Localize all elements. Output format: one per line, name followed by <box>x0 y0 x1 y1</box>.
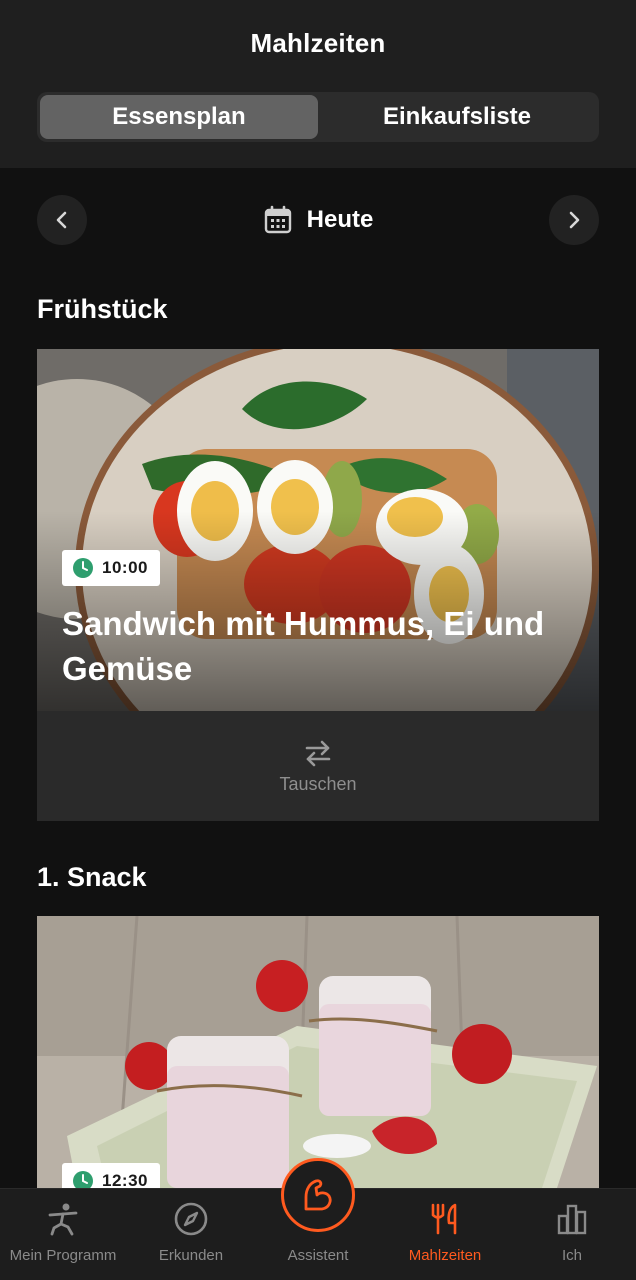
tab-mahlzeiten[interactable]: Mahlzeiten <box>382 1189 508 1280</box>
previous-day-button[interactable] <box>37 195 87 245</box>
tab-label: Mahlzeiten <box>408 1247 482 1264</box>
tab-mein-programm[interactable]: Mein Programm <box>0 1189 126 1280</box>
flexed-arm-icon <box>304 1179 332 1211</box>
top-header: Mahlzeiten Essensplan Einkaufsliste <box>0 0 636 168</box>
time-badge: 10:00 <box>62 550 160 586</box>
page-title: Mahlzeiten <box>250 28 386 58</box>
section-title-fruehstueck: Frühstück <box>37 294 168 324</box>
exercise-figure-icon <box>45 1201 81 1237</box>
tab-erkunden[interactable]: Erkunden <box>128 1189 254 1280</box>
swap-arrows-icon <box>305 740 331 766</box>
chevron-right-icon <box>569 211 580 229</box>
date-label[interactable]: Heute <box>307 206 374 234</box>
time-label: 12:30 <box>102 1171 148 1188</box>
tab-essensplan[interactable]: Essensplan <box>40 95 318 139</box>
bar-chart-icon <box>554 1201 590 1237</box>
meal-photo-sandwich: 10:00 Sandwich mit Hummus, Ei und Gemüse <box>37 349 599 711</box>
tab-label: Assistent <box>287 1247 349 1264</box>
meal-card-snack[interactable]: 12:30 <box>37 916 599 1188</box>
next-day-button[interactable] <box>549 195 599 245</box>
clock-icon <box>73 558 93 578</box>
time-label: 10:00 <box>102 558 148 577</box>
date-navigation: Heute <box>37 195 599 245</box>
tab-label: Ich <box>561 1247 582 1264</box>
meal-name: Sandwich mit Hummus, Ei und Gemüse <box>62 605 545 687</box>
section-title-snack: 1. Snack <box>37 862 147 892</box>
date-selector: Heute <box>37 195 599 245</box>
segmented-control: Essensplan Einkaufsliste <box>37 92 599 142</box>
tab-einkaufsliste[interactable]: Einkaufsliste <box>318 95 596 139</box>
swap-label: Tauschen <box>279 773 357 794</box>
calendar-icon[interactable] <box>263 205 293 235</box>
assistant-button[interactable] <box>281 1158 355 1232</box>
fork-knife-icon <box>427 1201 463 1237</box>
meal-card-breakfast[interactable]: 10:00 Sandwich mit Hummus, Ei und Gemüse… <box>37 349 599 821</box>
compass-icon <box>173 1201 209 1237</box>
tab-label: Mein Programm <box>9 1247 117 1264</box>
time-badge: 12:30 <box>62 1163 160 1188</box>
tab-ich[interactable]: Ich <box>509 1189 635 1280</box>
swap-button[interactable]: Tauschen <box>37 711 599 821</box>
chevron-left-icon <box>56 211 67 229</box>
clock-icon <box>73 1171 93 1188</box>
tab-label: Erkunden <box>158 1247 224 1264</box>
meal-photo-yogurt: 12:30 <box>37 916 599 1188</box>
